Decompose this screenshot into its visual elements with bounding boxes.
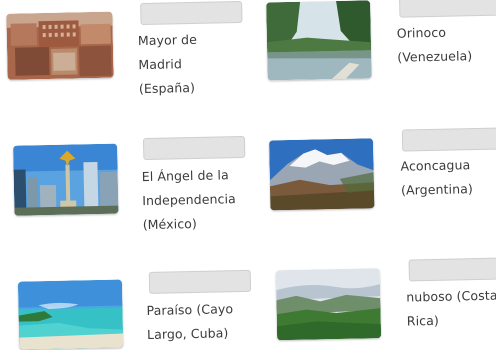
caption-madrid: Mayor de Madrid (España) bbox=[138, 28, 199, 101]
caption-line: Paraíso (Cayo bbox=[146, 301, 234, 318]
orinoco-river-photo bbox=[266, 0, 372, 81]
caption-line: nuboso (Costa bbox=[406, 287, 496, 305]
answer-box-2[interactable] bbox=[398, 0, 496, 18]
cayo-largo-beach-photo bbox=[17, 279, 124, 350]
answer-box-4[interactable] bbox=[401, 127, 496, 152]
angel-independencia-photo bbox=[13, 143, 119, 216]
answer-box-3[interactable] bbox=[142, 135, 246, 161]
caption-line: Orinoco bbox=[396, 24, 447, 41]
caption-line: El Ángel de la bbox=[141, 167, 229, 185]
aconcagua-mountain-photo bbox=[268, 138, 375, 211]
exercise-page: Mayor de Madrid (España) Orinoco (Venezu… bbox=[0, 0, 496, 350]
answer-box-6[interactable] bbox=[408, 257, 496, 282]
caption-cloud-forest: nuboso (Costa Rica) bbox=[406, 284, 496, 334]
answer-box-1[interactable] bbox=[140, 0, 243, 26]
caption-line: Independencia bbox=[142, 191, 237, 209]
caption-line: (Venezuela) bbox=[397, 48, 473, 65]
caption-orinoco: Orinoco (Venezuela) bbox=[397, 20, 473, 70]
caption-line: Aconcagua bbox=[400, 157, 471, 174]
madrid-plaza-mayor-photo bbox=[6, 11, 114, 80]
caption-line: Rica) bbox=[406, 312, 440, 329]
caption-angel: El Ángel de la Independencia (México) bbox=[141, 163, 236, 237]
caption-line: (Argentina) bbox=[400, 181, 474, 198]
cloud-forest-photo bbox=[275, 268, 382, 341]
caption-line: (México) bbox=[142, 215, 198, 233]
caption-line: (España) bbox=[138, 79, 196, 97]
caption-cayo-largo: Paraíso (Cayo Largo, Cuba) bbox=[146, 297, 234, 347]
caption-line: Madrid bbox=[138, 56, 183, 73]
caption-aconcagua: Aconcagua (Argentina) bbox=[400, 153, 473, 202]
caption-line: Largo, Cuba) bbox=[146, 325, 229, 342]
caption-line: Mayor de bbox=[137, 31, 198, 49]
answer-box-5[interactable] bbox=[148, 269, 252, 294]
